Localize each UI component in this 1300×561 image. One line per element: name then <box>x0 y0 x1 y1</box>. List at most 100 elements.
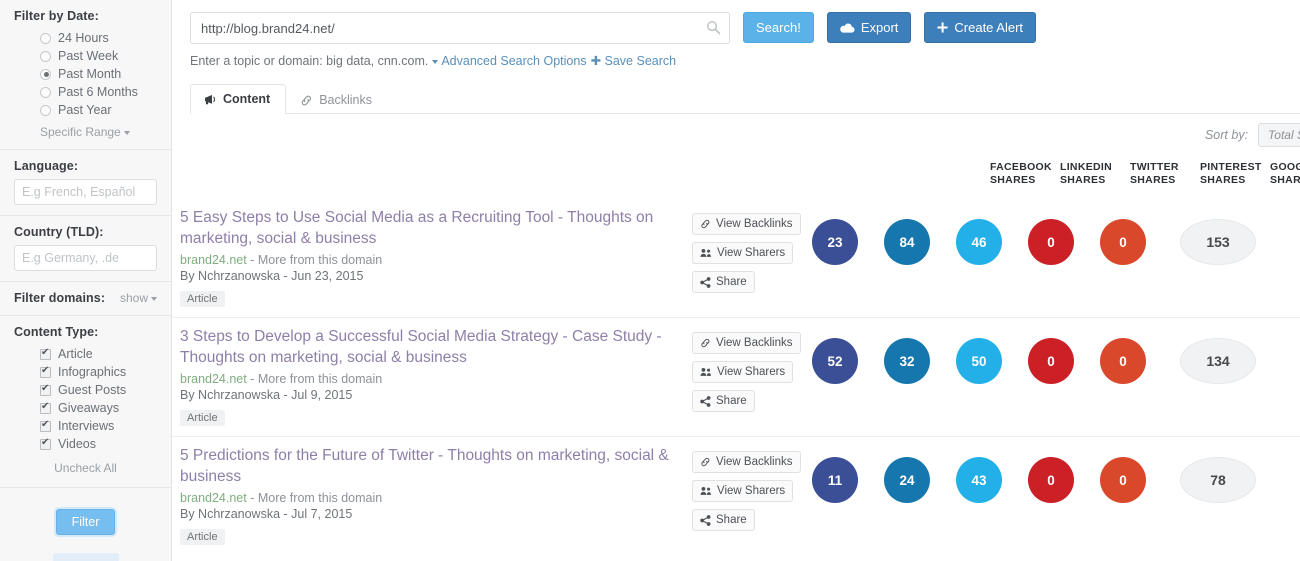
checkbox-icon[interactable] <box>40 401 51 414</box>
column-header-line1: FACEBOOK <box>990 161 1052 173</box>
date-option-past-year[interactable]: Past Year <box>14 101 157 119</box>
uncheck-all-link[interactable]: Uncheck All <box>54 461 117 475</box>
result-title-link[interactable]: 3 Steps to Develop a Successful Social M… <box>180 326 692 368</box>
date-option-past-week[interactable]: Past Week <box>14 47 157 65</box>
view-sharers-button[interactable]: View Sharers <box>692 480 794 502</box>
view-backlinks-button[interactable]: View Backlinks <box>692 451 801 473</box>
apply-filter-button[interactable]: Filter <box>55 509 116 535</box>
checkbox-icon[interactable] <box>40 347 51 360</box>
column-header-line2: SHARES <box>990 174 1036 186</box>
checkbox-icon[interactable] <box>40 383 51 396</box>
view-backlinks-button[interactable]: View Backlinks <box>692 332 801 354</box>
advanced-search-options-link[interactable]: Advanced Search Options <box>432 54 587 68</box>
column-header-facebook: FACEBOOK SHARES <box>990 161 1060 187</box>
sort-by-select[interactable]: Total Shares <box>1258 123 1300 147</box>
column-header-linkedin: LINKEDIN SHARES <box>1060 161 1130 187</box>
date-option-label: Past Week <box>58 49 119 63</box>
result-domain-link[interactable]: brand24.net <box>180 372 247 386</box>
content-type-giveaways[interactable]: Giveaways <box>14 399 157 417</box>
radio-icon[interactable] <box>40 50 51 62</box>
filter-domains-show-label: show <box>119 291 148 305</box>
result-title-link[interactable]: 5 Predictions for the Future of Twitter … <box>180 445 692 487</box>
result-more-from-domain[interactable]: - More from this domain <box>250 491 382 505</box>
share-nodes-icon <box>700 514 711 526</box>
date-option-past-month[interactable]: Past Month <box>14 65 157 83</box>
tab-content-label: Content <box>223 92 271 106</box>
view-sharers-button[interactable]: View Sharers <box>692 242 794 264</box>
export-button[interactable]: Export <box>826 12 912 43</box>
result-domain-link[interactable]: brand24.net <box>180 253 247 267</box>
view-sharers-button[interactable]: View Sharers <box>692 361 794 383</box>
save-search-link[interactable]: ✚ Save Search <box>591 54 677 68</box>
share-label: Share <box>716 514 747 526</box>
view-sharers-label: View Sharers <box>717 247 786 259</box>
radio-icon[interactable] <box>40 32 51 44</box>
checkbox-icon[interactable] <box>40 419 51 432</box>
specific-range-toggle[interactable]: Specific Range <box>40 125 130 139</box>
result-domain-link[interactable]: brand24.net <box>180 491 247 505</box>
result-row: 3 Steps to Develop a Successful Social M… <box>172 318 1300 437</box>
filter-domains-show-toggle[interactable]: show <box>120 291 157 305</box>
checkbox-icon[interactable] <box>40 365 51 378</box>
column-header-line2: SHARES <box>1270 174 1300 186</box>
search-hint: Enter a topic or domain: big data, cnn.c… <box>172 44 1300 68</box>
result-metrics: 11 24 43 0 0 78 <box>812 445 1256 503</box>
result-type-tag: Article <box>180 410 225 426</box>
content-type-infographics[interactable]: Infographics <box>14 363 157 381</box>
sort-by-value: Total Shares <box>1268 128 1300 142</box>
content-type-interviews[interactable]: Interviews <box>14 417 157 435</box>
result-metrics: 23 84 46 0 0 153 <box>812 207 1256 265</box>
column-header-line1: TWITTER <box>1130 161 1179 173</box>
content-type-label: Infographics <box>58 365 127 379</box>
share-button[interactable]: Share <box>692 271 755 293</box>
search-input[interactable] <box>190 12 730 44</box>
main-content: Search! Export Create Alert <box>172 0 1300 561</box>
date-option-24-hours[interactable]: 24 Hours <box>14 29 157 47</box>
twitter-shares-bubble: 50 <box>956 338 1002 384</box>
result-domain: brand24.net - More from this domain <box>180 491 692 505</box>
total-shares-bubble: 134 <box>1180 338 1256 384</box>
radio-icon[interactable] <box>40 104 51 116</box>
specific-range-label: Specific Range <box>40 125 121 139</box>
language-input[interactable] <box>14 179 157 205</box>
content-type-guest-posts[interactable]: Guest Posts <box>14 381 157 399</box>
specific-range-wrap: Specific Range <box>14 119 157 139</box>
search-icon[interactable] <box>706 20 721 35</box>
filter-domains-title: Filter domains: <box>14 291 106 305</box>
link-icon <box>700 457 711 467</box>
sort-bar: Sort by: Total Shares Page 1 of 2 <box>172 114 1300 147</box>
date-option-past-6-months[interactable]: Past 6 Months <box>14 83 157 101</box>
country-title: Country (TLD): <box>14 225 104 239</box>
save-search-label: Save Search <box>604 54 677 68</box>
radio-icon[interactable] <box>40 86 51 98</box>
view-backlinks-button[interactable]: View Backlinks <box>692 213 801 235</box>
result-type-tag: Article <box>180 291 225 307</box>
share-button[interactable]: Share <box>692 509 755 531</box>
tab-content[interactable]: Content <box>190 84 287 114</box>
share-nodes-icon <box>700 276 711 288</box>
country-input[interactable] <box>14 245 157 271</box>
content-type-title: Content Type: <box>14 325 99 339</box>
filter-action-section: Filter <box>0 488 171 545</box>
result-more-from-domain[interactable]: - More from this domain <box>250 253 382 267</box>
search-button[interactable]: Search! <box>743 12 814 43</box>
filter-domains-section: Filter domains: show <box>0 282 171 316</box>
total-shares-bubble: 153 <box>1180 219 1256 265</box>
checkbox-icon[interactable] <box>40 437 51 450</box>
results-list: 5 Easy Steps to Use Social Media as a Re… <box>172 199 1300 555</box>
result-title-link[interactable]: 5 Easy Steps to Use Social Media as a Re… <box>180 207 692 249</box>
radio-icon-selected[interactable] <box>40 68 51 80</box>
language-title: Language: <box>14 159 79 173</box>
twitter-shares-bubble: 43 <box>956 457 1002 503</box>
search-field-wrap <box>190 12 730 44</box>
result-more-from-domain[interactable]: - More from this domain <box>250 372 382 386</box>
create-alert-button[interactable]: Create Alert <box>924 12 1037 43</box>
content-type-videos[interactable]: Videos <box>14 435 157 453</box>
column-header-line1: PINTEREST <box>1200 161 1262 173</box>
view-sharers-label: View Sharers <box>717 485 786 497</box>
share-button[interactable]: Share <box>692 390 755 412</box>
sort-by-label: Sort by: <box>1204 128 1249 142</box>
content-type-article[interactable]: Article <box>14 345 157 363</box>
view-backlinks-label: View Backlinks <box>716 337 793 349</box>
tab-backlinks[interactable]: Backlinks <box>286 85 388 114</box>
